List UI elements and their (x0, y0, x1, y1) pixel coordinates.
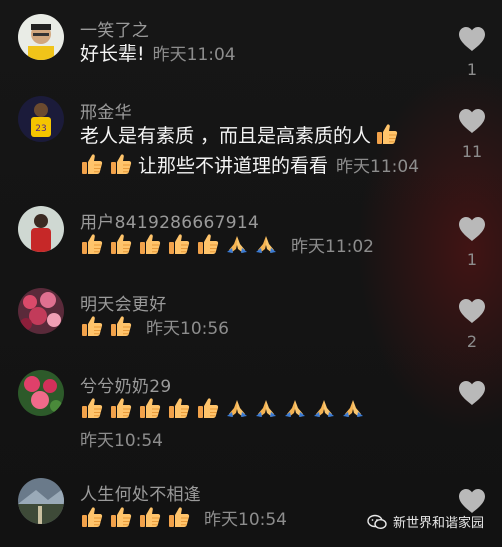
like-button[interactable]: 1 (456, 26, 488, 79)
commenter-name[interactable]: 用户8419286667914 (80, 208, 259, 233)
svg-text:23: 23 (35, 124, 46, 134)
comment-text: 昨天10:54 (80, 395, 440, 456)
commenter-name[interactable]: 邢金华 (80, 98, 132, 123)
folded-hands-emoji (283, 396, 307, 420)
like-button[interactable] (456, 488, 488, 514)
thumbs-up-emoji (109, 232, 133, 256)
comment-text: 老人是有素质 ，而且是高素质的人 让那些不讲道理的看看 昨天11:04 (80, 121, 440, 182)
avatar[interactable] (18, 478, 64, 524)
watermark: 新世界和谐家园 (367, 512, 484, 531)
avatar[interactable]: 23 (18, 96, 64, 142)
heart-icon (458, 488, 486, 514)
comment-time: 昨天10:56 (146, 319, 229, 339)
thumbs-up-emoji (80, 396, 104, 420)
folded-hands-emoji (312, 396, 336, 420)
folded-hands-emoji (254, 396, 278, 420)
heart-icon (458, 380, 486, 406)
thumbs-up-emoji (138, 396, 162, 420)
wechat-icon (367, 514, 387, 530)
thumbs-up-emoji (109, 152, 133, 176)
comment-time: 昨天11:04 (152, 45, 236, 65)
comment-text: 好长辈! 昨天11:04 (80, 39, 440, 70)
heart-icon (458, 26, 486, 52)
thumbs-up-emoji (80, 232, 104, 256)
folded-hands-emoji (254, 232, 278, 256)
avatar[interactable] (18, 288, 64, 334)
avatar[interactable] (18, 206, 64, 252)
avatar[interactable] (18, 14, 64, 60)
like-button[interactable]: 2 (456, 298, 488, 351)
thumbs-up-emoji (167, 396, 191, 420)
commenter-name[interactable]: 明天会更好 (80, 290, 167, 315)
folded-hands-emoji (225, 396, 249, 420)
heart-icon (458, 298, 486, 324)
like-button[interactable]: 11 (456, 108, 488, 161)
like-count: 2 (466, 332, 478, 351)
thumbs-up-emoji (167, 232, 191, 256)
thumbs-up-emoji (109, 314, 133, 338)
thumbs-up-emoji (109, 396, 133, 420)
thumbs-up-emoji (138, 232, 162, 256)
like-button[interactable] (456, 380, 488, 406)
thumbs-up-emoji (167, 505, 191, 529)
heart-icon (458, 108, 486, 134)
watermark-text: 新世界和谐家园 (392, 516, 484, 531)
commenter-name[interactable]: 一笑了之 (80, 16, 149, 41)
thumbs-up-emoji (80, 314, 104, 338)
thumbs-up-emoji (196, 232, 220, 256)
comment-body-line-2: 让那些不讲道理的看看 (138, 155, 329, 177)
comment-time: 昨天10:54 (80, 431, 163, 451)
comment-time: 昨天10:54 (204, 510, 287, 530)
thumbs-up-emoji (109, 505, 133, 529)
like-count: 11 (461, 142, 483, 161)
commenter-name[interactable]: 兮兮奶奶29 (80, 372, 171, 397)
thumbs-up-emoji (80, 152, 104, 176)
comment-body-line-1: 老人是有素质 ，而且是高素质的人 (80, 125, 372, 147)
comment-text: 昨天10:56 (80, 313, 440, 344)
thumbs-up-emoji (375, 122, 399, 146)
folded-hands-emoji (225, 232, 249, 256)
thumbs-up-emoji (196, 396, 220, 420)
comment-text: 昨天11:02 (80, 231, 440, 262)
thumbs-up-emoji (80, 505, 104, 529)
heart-icon (458, 216, 486, 242)
thumbs-up-emoji (138, 505, 162, 529)
background (0, 0, 502, 547)
like-count: 1 (466, 60, 478, 79)
like-button[interactable]: 1 (456, 216, 488, 269)
folded-hands-emoji (341, 396, 365, 420)
comment-body: 好长辈! (80, 43, 145, 65)
commenter-name[interactable]: 人生何处不相逢 (80, 480, 201, 505)
comment-time: 昨天11:02 (291, 237, 374, 257)
avatar[interactable] (18, 370, 64, 416)
comment-time: 昨天11:04 (336, 157, 420, 177)
like-count: 1 (466, 250, 478, 269)
